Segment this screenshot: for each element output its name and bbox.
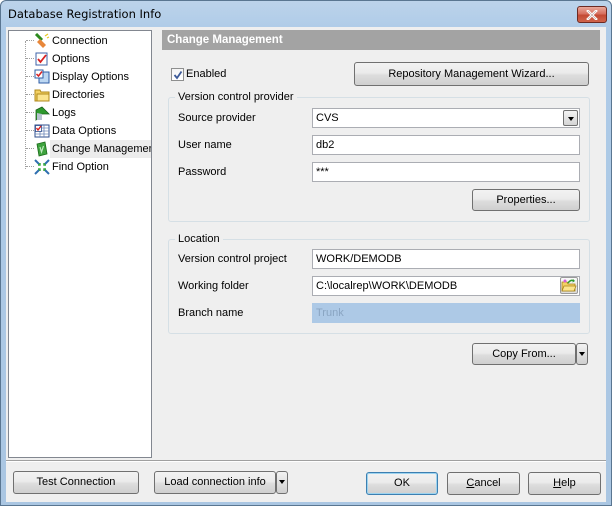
find-arrows-icon <box>34 159 50 175</box>
source-provider-value: CVS <box>316 112 339 124</box>
tree-item-find-option[interactable]: Find Option <box>9 158 151 176</box>
tree-connector <box>26 148 34 149</box>
display-options-icon <box>34 69 50 84</box>
checked-document-icon <box>35 52 48 66</box>
tree-connector <box>26 58 34 59</box>
tree-item-label: Change Management <box>50 140 151 158</box>
page-title: Change Management <box>162 30 600 50</box>
browse-folder-button[interactable] <box>560 277 578 294</box>
source-provider-label: Source provider <box>178 112 256 124</box>
password-label: Password <box>178 166 227 178</box>
tree-item-data-options[interactable]: Data Options <box>9 122 151 140</box>
user-name-label: User name <box>178 139 232 151</box>
open-folder-icon <box>561 279 577 292</box>
tree-item-options[interactable]: Options <box>9 50 151 68</box>
tree-item-label: Display Options <box>52 71 130 83</box>
repository-wizard-button[interactable]: Repository Management Wizard... <box>354 62 589 86</box>
help-label: elp <box>561 477 576 489</box>
plug-icon <box>34 33 50 48</box>
tree-item-display-options[interactable]: Display Options <box>9 68 151 86</box>
help-button[interactable]: Help <box>528 472 601 495</box>
folder-icon <box>34 89 50 102</box>
branch-name-label: Branch name <box>178 307 244 319</box>
working-folder-label: Working folder <box>178 280 249 292</box>
group-title: Version control provider <box>175 90 297 104</box>
close-icon <box>586 9 598 20</box>
cancel-button[interactable]: Cancel <box>447 472 520 495</box>
branch-name-input[interactable]: Trunk <box>312 303 580 323</box>
tree-item-label: Logs <box>52 107 76 119</box>
enabled-label: Enabled <box>186 68 227 80</box>
password-input[interactable]: *** <box>312 162 580 182</box>
tree-item-connection[interactable]: Connection <box>9 32 151 50</box>
change-management-icon <box>36 141 48 157</box>
chevron-down-icon[interactable] <box>563 110 578 126</box>
properties-button[interactable]: Properties... <box>472 189 580 211</box>
version-control-project-input[interactable]: WORK/DEMODB <box>312 249 580 269</box>
tree-connector <box>26 94 34 95</box>
test-connection-button[interactable]: Test Connection <box>13 471 139 494</box>
close-button[interactable] <box>577 6 607 23</box>
checkmark-icon <box>173 70 183 80</box>
tree-item-change-management[interactable]: Change Management <box>9 140 151 158</box>
tree-item-label: Find Option <box>52 161 109 173</box>
ok-button[interactable]: OK <box>366 472 438 495</box>
tree-connector <box>26 40 34 41</box>
data-grid-icon <box>34 124 50 138</box>
load-connection-info-button[interactable]: Load connection info <box>154 471 276 494</box>
log-book-icon <box>35 106 50 121</box>
tree-connector <box>26 76 34 77</box>
tree-item-label: Connection <box>52 35 108 47</box>
dialog-client-area: Connection Options Display Options Direc… <box>6 27 606 502</box>
cancel-label: ancel <box>474 477 501 489</box>
footer-separator <box>6 460 606 462</box>
copy-from-dropdown-button[interactable] <box>576 343 588 365</box>
tree-item-directories[interactable]: Directories <box>9 86 151 104</box>
window-title: Database Registration Info <box>8 7 162 21</box>
tree-item-logs[interactable]: Logs <box>9 104 151 122</box>
tree-connector <box>26 112 34 113</box>
help-mnemonic: H <box>553 477 562 489</box>
user-name-input[interactable]: db2 <box>312 135 580 155</box>
working-folder-input[interactable]: C:\localrep\WORK\DEMODB <box>312 276 580 296</box>
title-bar[interactable]: Database Registration Info <box>1 1 611 27</box>
version-control-project-label: Version control project <box>178 253 287 265</box>
load-connection-info-dropdown-button[interactable] <box>276 471 288 494</box>
copy-from-button[interactable]: Copy From... <box>472 343 576 365</box>
source-provider-select[interactable]: CVS <box>312 108 580 128</box>
tree-item-label: Options <box>52 53 90 65</box>
options-tree[interactable]: Connection Options Display Options Direc… <box>8 30 152 458</box>
tree-item-label: Directories <box>52 89 105 101</box>
group-title: Location <box>175 232 223 246</box>
enabled-checkbox[interactable] <box>171 68 184 81</box>
tree-connector <box>26 166 34 167</box>
working-folder-value: C:\localrep\WORK\DEMODB <box>316 280 458 292</box>
tree-connector <box>26 130 34 131</box>
dialog-window: Database Registration Info Connection Op… <box>0 0 612 506</box>
tree-item-label: Data Options <box>52 125 117 137</box>
